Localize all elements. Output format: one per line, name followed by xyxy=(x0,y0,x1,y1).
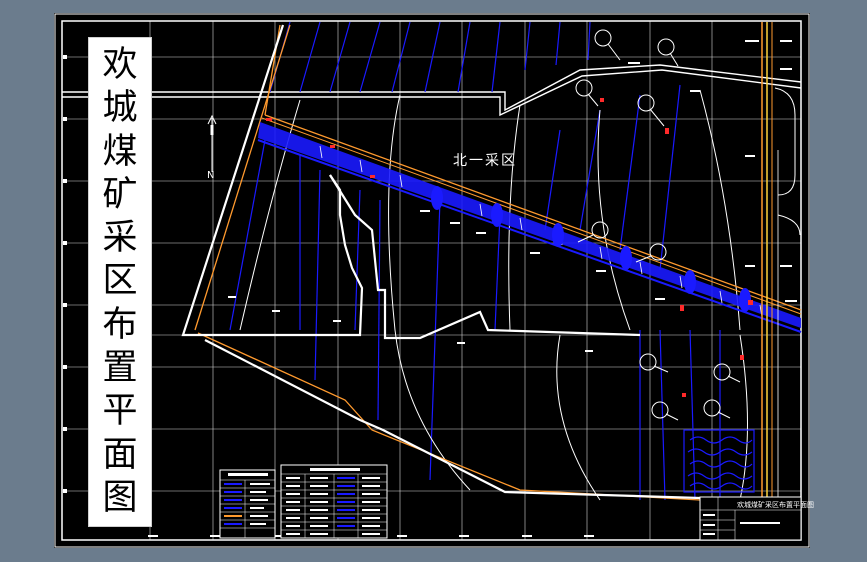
title-char: 欢 xyxy=(102,45,138,85)
legend-table-2 xyxy=(280,464,388,539)
mining-area-label: 北一采区 xyxy=(453,153,517,169)
title-block-caption: 欢城煤矿采区布置平面图 xyxy=(737,501,814,509)
title-char: 平 xyxy=(102,391,138,432)
title-char: 采 xyxy=(102,218,138,259)
title-char: 区 xyxy=(102,261,138,302)
title-char: 面 xyxy=(102,434,138,475)
title-char: 煤 xyxy=(102,131,138,172)
title-char: 城 xyxy=(102,88,138,129)
title-char: 布 xyxy=(102,304,138,345)
north-label: N xyxy=(207,170,215,181)
title-char: 图 xyxy=(102,477,138,518)
drawing-title-panel: 欢 城 煤 矿 采 区 布 置 平 面 图 xyxy=(88,37,152,527)
title-char: 置 xyxy=(102,348,138,389)
legend-table-1 xyxy=(219,469,276,539)
title-char: 矿 xyxy=(102,174,138,215)
